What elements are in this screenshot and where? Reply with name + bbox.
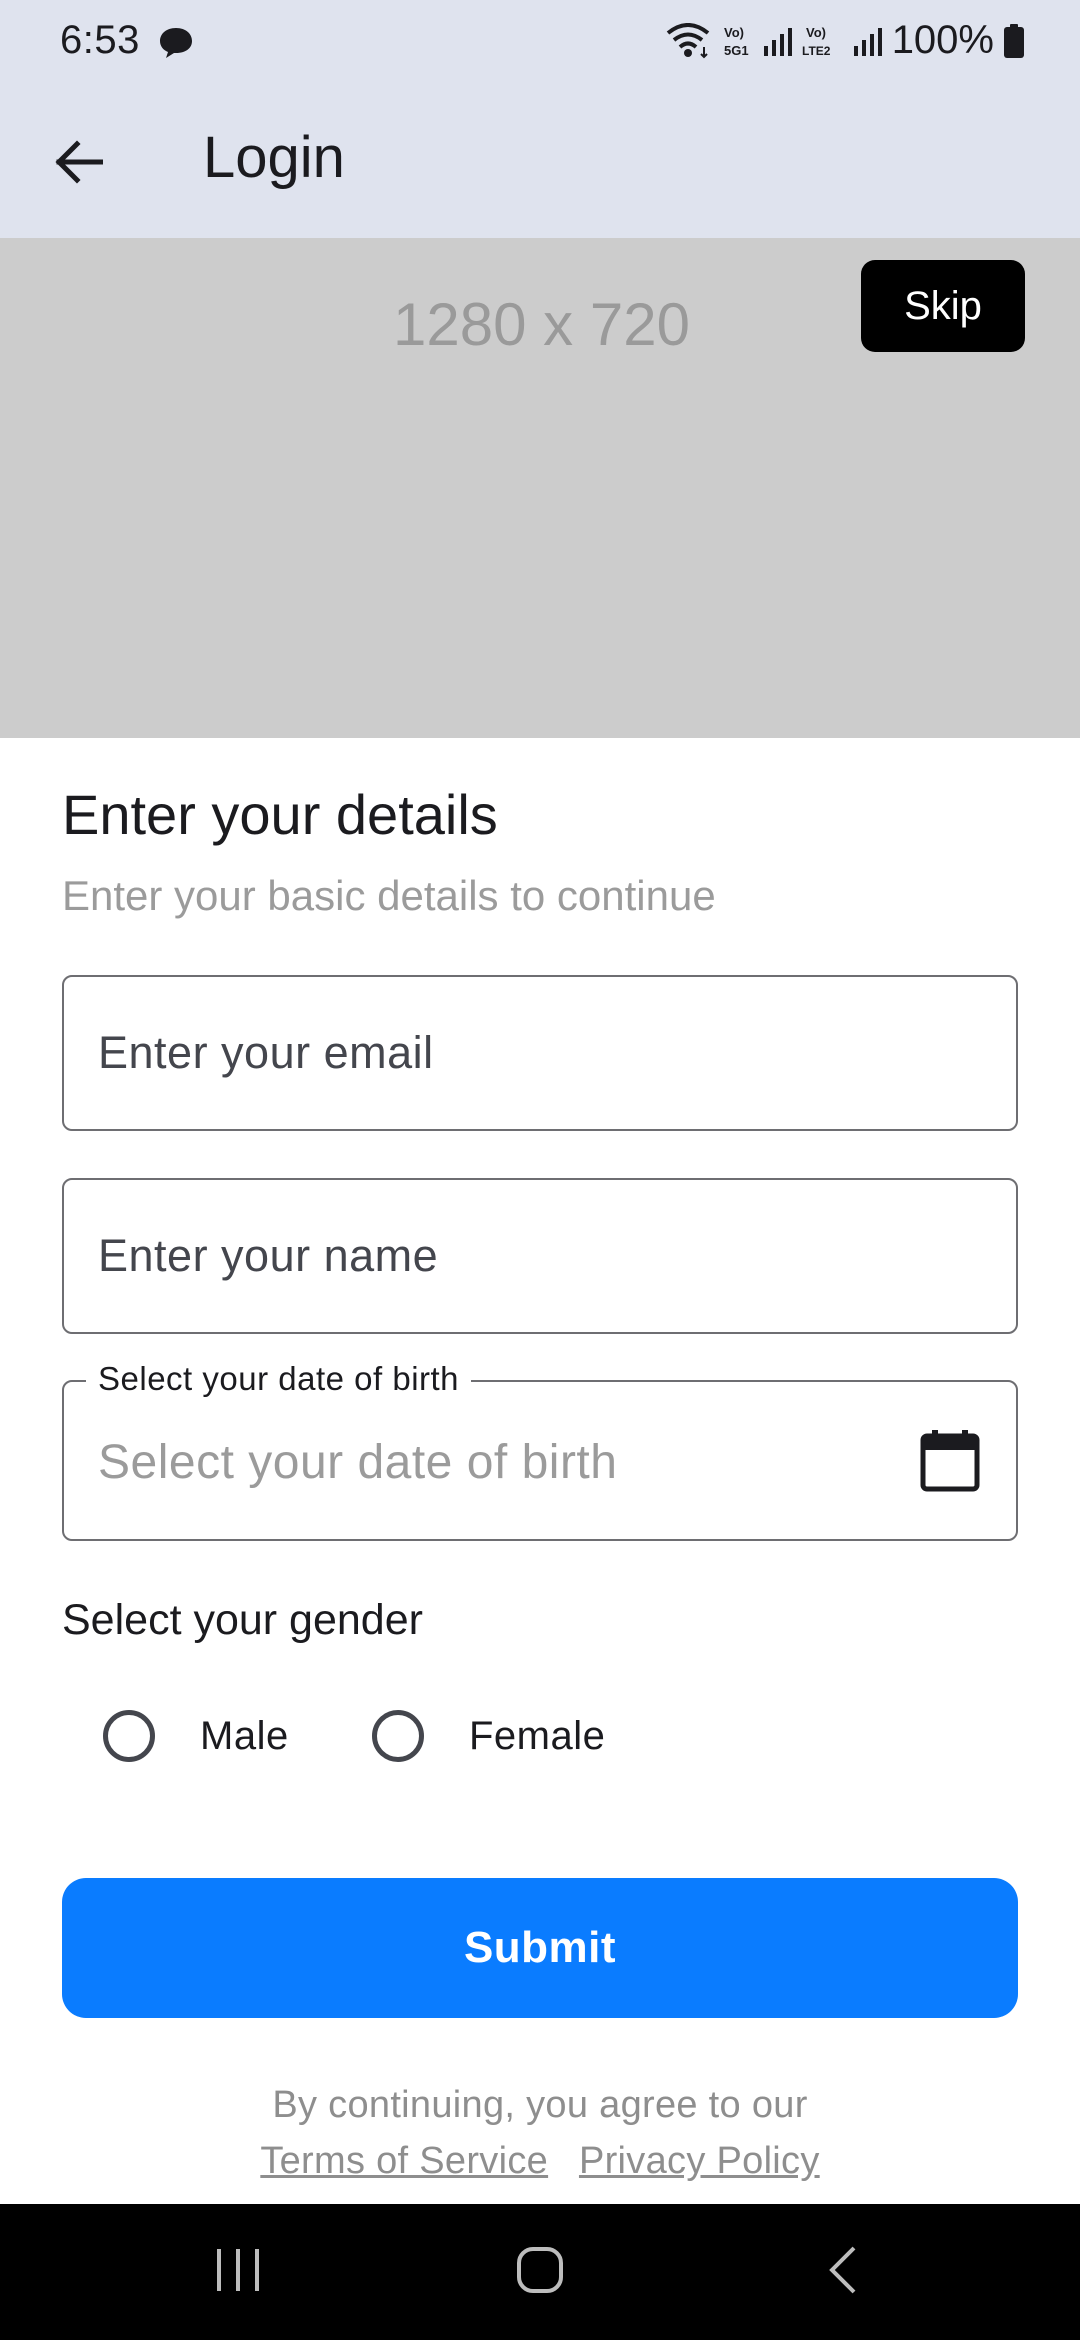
- email-placeholder: Enter your email: [98, 1027, 434, 1078]
- gender-label-male: Male: [200, 1713, 289, 1758]
- radio-unchecked-icon[interactable]: [103, 1710, 155, 1762]
- hero-image: 1280 x 720 Skip: [0, 238, 1080, 738]
- gender-label-female: Female: [469, 1713, 606, 1758]
- date-of-birth-field[interactable]: Select your date of birth Select your da…: [62, 1360, 1018, 1541]
- system-back-button[interactable]: [783, 2224, 903, 2320]
- volte-lte2-icon: Vo) LTE2: [802, 23, 842, 59]
- form-subheading: Enter your basic details to continue: [62, 872, 716, 919]
- status-bar: 6:53 Vo) 5G1 Vo) LTE2 100%: [0, 0, 1080, 84]
- submit-button[interactable]: Submit: [62, 1878, 1018, 2018]
- svg-text:Vo): Vo): [806, 25, 826, 40]
- legal-links: Terms of Service Privacy Policy: [0, 2140, 1080, 2183]
- battery-icon: [1004, 23, 1024, 58]
- app-bar: Login: [0, 84, 1080, 238]
- dob-placeholder: Select your date of birth: [98, 1436, 618, 1489]
- email-field[interactable]: Enter your email: [62, 975, 1018, 1131]
- battery-percent: 100%: [891, 18, 994, 62]
- volte-5g-icon: Vo) 5G1: [722, 23, 752, 59]
- recents-button[interactable]: [178, 2224, 298, 2320]
- back-icon: [826, 2245, 860, 2300]
- dob-floating-label: Select your date of birth: [86, 1360, 472, 1398]
- name-placeholder: Enter your name: [98, 1230, 439, 1281]
- calendar-icon[interactable]: [920, 1428, 980, 1497]
- home-icon: [516, 2246, 564, 2299]
- form-heading: Enter your details: [62, 783, 498, 846]
- signal-icon: [852, 26, 882, 56]
- recents-icon: [213, 2247, 263, 2298]
- gender-option-male[interactable]: Male: [103, 1710, 289, 1762]
- svg-text:5G1: 5G1: [724, 43, 749, 58]
- back-button[interactable]: [40, 126, 116, 202]
- svg-text:LTE2: LTE2: [802, 44, 831, 58]
- arrow-left-icon: [53, 139, 104, 189]
- svg-text:Vo): Vo): [724, 25, 744, 40]
- page-title: Login: [203, 125, 345, 190]
- radio-unchecked-icon[interactable]: [372, 1710, 424, 1762]
- skip-button[interactable]: Skip: [861, 260, 1025, 352]
- gender-title: Select your gender: [62, 1596, 423, 1644]
- agreement-text: By continuing, you agree to our: [272, 2084, 808, 2126]
- signal-icon: [762, 26, 792, 56]
- system-nav-bar: [0, 2204, 1080, 2340]
- status-icons: Vo) 5G1 Vo) LTE2 100%: [664, 18, 1024, 63]
- message-icon: [158, 26, 194, 65]
- home-button[interactable]: [480, 2224, 600, 2320]
- gender-option-female[interactable]: Female: [372, 1710, 605, 1762]
- status-time: 6:53: [60, 18, 140, 62]
- name-field[interactable]: Enter your name: [62, 1178, 1018, 1334]
- terms-of-service-link[interactable]: Terms of Service: [260, 2140, 548, 2182]
- wifi-icon: [664, 22, 712, 59]
- privacy-policy-link[interactable]: Privacy Policy: [579, 2140, 820, 2182]
